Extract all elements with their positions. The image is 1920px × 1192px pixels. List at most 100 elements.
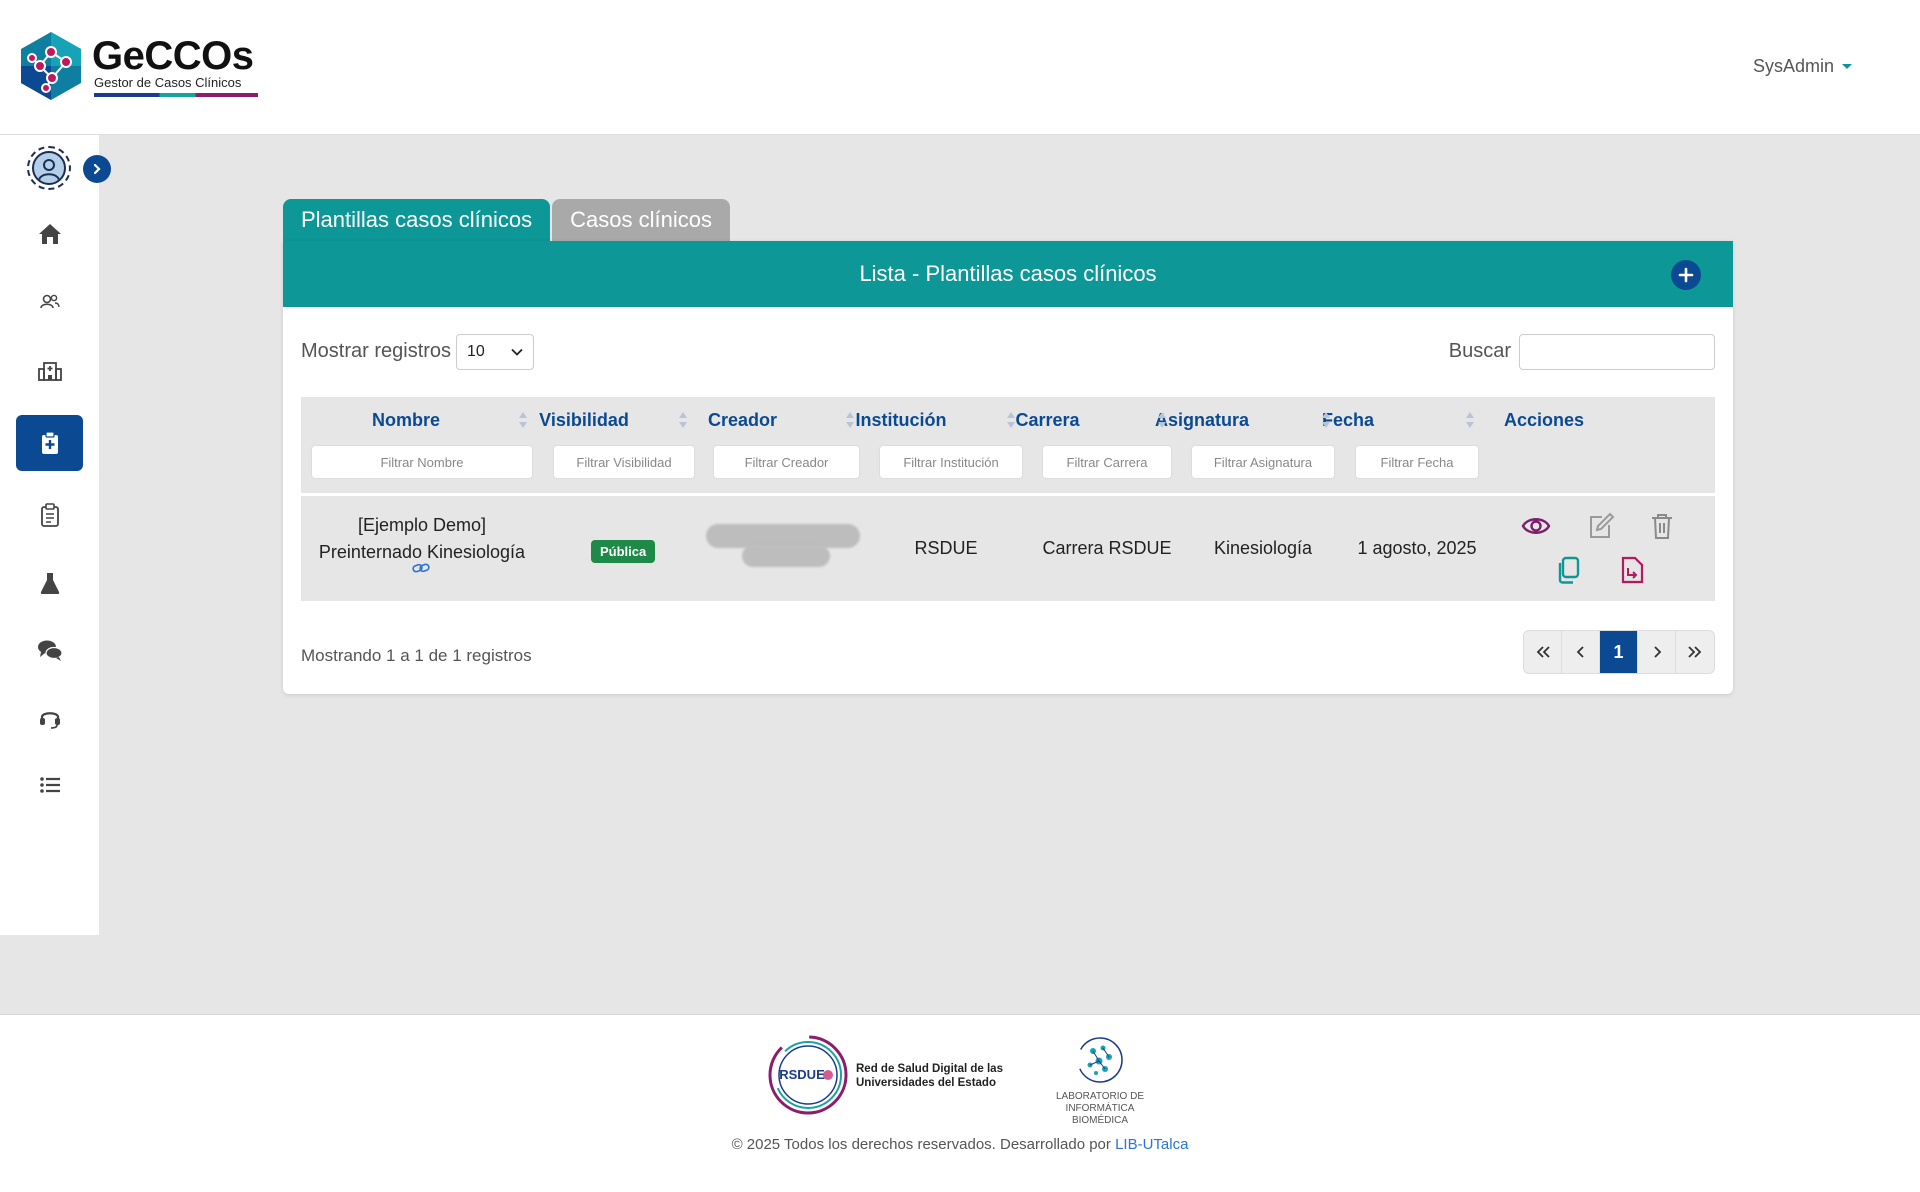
footer: RSDUE Red de Salud Digital de las Univer… [0, 1014, 1920, 1192]
pagination: 1 [1523, 630, 1715, 674]
plus-icon [1678, 267, 1694, 283]
sidebar-item-cases[interactable] [16, 487, 83, 543]
logo-underline [94, 92, 258, 97]
cell-carrera: Carrera RSDUE [1042, 538, 1172, 558]
sort-icon[interactable] [1321, 410, 1331, 430]
copyright-text: © 2025 Todos los derechos reservados. De… [731, 1136, 1111, 1153]
lib-logo [1077, 1037, 1123, 1083]
copyright: © 2025 Todos los derechos reservados. De… [0, 1136, 1920, 1153]
user-menu-label: SysAdmin [1752, 56, 1834, 76]
headset-icon [39, 712, 60, 729]
home-icon [38, 224, 61, 244]
chat-icon [37, 640, 63, 661]
clipboard-list-icon [40, 503, 59, 527]
list-icon [39, 777, 60, 793]
sort-icon[interactable] [845, 410, 855, 430]
edit-icon[interactable] [1585, 511, 1615, 541]
last-page-button[interactable] [1676, 631, 1714, 673]
developer-link[interactable]: LIB-UTalca [1115, 1136, 1188, 1153]
sidebar-item-chat[interactable] [16, 622, 83, 678]
user-avatar-icon [38, 159, 60, 181]
sort-icon[interactable] [1465, 410, 1475, 430]
card-title: Lista - Plantillas casos clínicos [859, 261, 1157, 286]
sidebar-item-users[interactable] [16, 274, 83, 330]
cell-nombre: [Ejemplo Demo] Preinternado Kinesiología [301, 512, 543, 566]
duplicate-icon[interactable] [1554, 555, 1584, 585]
rsdue-name: Red de Salud Digital de las Universidade… [856, 1062, 1003, 1090]
users-icon [39, 294, 60, 309]
templates-table: Nombre Visibilidad Creador Institución C… [301, 397, 1715, 601]
tab-plantillas[interactable]: Plantillas casos clínicos [283, 199, 551, 241]
filter-asignatura-input[interactable]: Filtrar Asignatura [1191, 445, 1335, 479]
trash-icon[interactable] [1647, 511, 1677, 541]
caret-down-icon [1842, 64, 1852, 69]
tab-casos[interactable]: Casos clínicos [552, 199, 730, 241]
sidebar-item-home[interactable] [16, 206, 83, 262]
column-header-creador[interactable]: Creador [670, 405, 815, 435]
cell-fecha: 1 agosto, 2025 [1357, 538, 1477, 558]
sidebar-item-institutions[interactable] [16, 342, 83, 398]
sidebar-item-lab[interactable] [16, 555, 83, 611]
card-header: Lista - Plantillas casos clínicos [283, 241, 1733, 307]
column-header-nombre[interactable]: Nombre [309, 405, 503, 435]
chevron-right-icon [1653, 646, 1661, 658]
rsdue-badge-text: RSDUE [779, 1067, 825, 1082]
pagination-info: Mostrando 1 a 1 de 1 registros [301, 646, 532, 665]
sidebar-item-list[interactable] [16, 757, 83, 813]
avatar[interactable] [27, 146, 71, 190]
filter-creador-input[interactable]: Filtrar Creador [713, 445, 860, 479]
first-page-button[interactable] [1524, 631, 1562, 673]
rsdue-name-line1: Red de Salud Digital de las [856, 1063, 1003, 1075]
templates-card: Lista - Plantillas casos clínicos Mostra… [283, 241, 1733, 694]
column-header-fecha[interactable]: Fecha [1286, 405, 1410, 435]
filter-fecha-input[interactable]: Filtrar Fecha [1355, 445, 1479, 479]
view-icon[interactable] [1521, 511, 1551, 541]
sidebar-item-templates[interactable] [16, 415, 83, 471]
sidebar-toggle-button[interactable] [83, 155, 111, 183]
sort-icon[interactable] [1157, 410, 1167, 430]
table-controls: Mostrar registros 10 Buscar [301, 334, 1715, 370]
lib-name-line2: INFORMÁTICA BIOMÉDICA [1065, 1103, 1135, 1126]
redacted-creator [742, 545, 830, 567]
add-template-button[interactable] [1671, 260, 1701, 290]
sidebar [0, 135, 111, 935]
export-file-icon[interactable] [1617, 555, 1647, 585]
page-size-select[interactable]: 10 [456, 334, 534, 370]
column-header-visibilidad[interactable]: Visibilidad [506, 405, 662, 435]
filter-visibilidad-input[interactable]: Filtrar Visibilidad [553, 445, 695, 479]
chevron-left-icon [1576, 646, 1584, 658]
chevron-right-icon [93, 163, 101, 175]
chevrons-left-icon [1536, 646, 1550, 658]
prev-page-button[interactable] [1562, 631, 1600, 673]
chevrons-right-icon [1688, 646, 1702, 658]
lib-name: LABORATORIO DE INFORMÁTICA BIOMÉDICA [1040, 1091, 1160, 1127]
logo-subtitle: Gestor de Casos Clínicos [94, 74, 242, 90]
filter-institucion-input[interactable]: Filtrar Institución [879, 445, 1023, 479]
column-header-carrera[interactable]: Carrera [984, 405, 1111, 435]
visibility-badge: Pública [591, 540, 656, 563]
sort-icon[interactable] [1006, 410, 1016, 430]
search-input[interactable] [1519, 334, 1715, 370]
chevron-down-icon [511, 348, 523, 356]
page-button-1[interactable]: 1 [1600, 631, 1638, 673]
next-page-button[interactable] [1638, 631, 1676, 673]
cell-asignatura: Kinesiología [1213, 538, 1313, 558]
filter-nombre-input[interactable]: Filtrar Nombre [311, 445, 533, 479]
sort-icon[interactable] [518, 410, 528, 430]
filter-carrera-input[interactable]: Filtrar Carrera [1042, 445, 1172, 479]
table-header: Nombre Visibilidad Creador Institución C… [301, 397, 1715, 493]
sort-icon[interactable] [678, 410, 688, 430]
app-logo[interactable]: GeCCOs Gestor de Casos Clínicos [18, 30, 258, 102]
page-size-label: Mostrar registros [301, 340, 452, 362]
cell-institucion: RSDUE [914, 538, 978, 558]
clipboard-plus-icon [41, 431, 58, 454]
top-navbar: GeCCOs Gestor de Casos Clínicos SysAdmin [0, 0, 1920, 135]
tab-bar: Plantillas casos clínicos Casos clínicos [283, 199, 730, 241]
search-label: Buscar [1448, 340, 1511, 362]
sidebar-item-support[interactable] [16, 690, 83, 746]
column-header-asignatura[interactable]: Asignatura [1130, 405, 1274, 435]
link-icon[interactable] [412, 561, 430, 575]
logo-title: GeCCOs [92, 33, 254, 78]
user-menu-dropdown[interactable]: SysAdmin [1753, 56, 1852, 77]
rsdue-name-line2: Universidades del Estado [856, 1077, 996, 1089]
